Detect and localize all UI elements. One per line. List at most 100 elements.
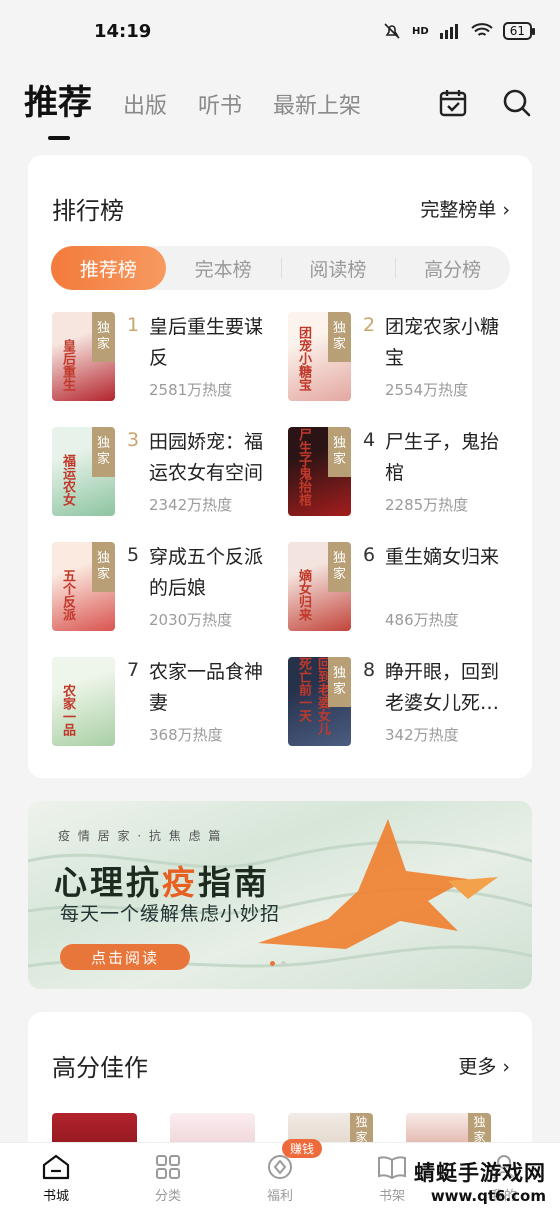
tab-audiobook[interactable]: 听书 xyxy=(198,88,242,140)
book-cover: 团宠小糖宝 独家 xyxy=(288,312,351,401)
bookstore-icon xyxy=(42,1154,70,1180)
exclusive-badge: 独家 xyxy=(328,542,351,592)
book-title: 田园娇宠：福运农女有空间 xyxy=(149,431,264,484)
banner-read-button[interactable]: 点击阅读 xyxy=(60,944,190,970)
watermark-url: www.qt6.com xyxy=(430,1187,546,1205)
book-cover: 回到老婆女儿死亡前一天 独家 xyxy=(288,657,351,746)
exclusive-badge: 独家 xyxy=(328,312,351,362)
book-title: 农家一品食神妻 xyxy=(149,661,264,714)
exclusive-badge: 独家 xyxy=(328,427,351,477)
signal-icon xyxy=(439,24,458,39)
book-cover: 五个反派 独家 xyxy=(52,542,115,631)
nav-label: 书架 xyxy=(378,1189,405,1204)
cover-art-text: 尸生子鬼抬棺 xyxy=(296,428,311,506)
promo-banner[interactable]: 疫 情 居 家 · 抗 焦 虑 篇 心理抗疫指南 每天一个缓解焦虑小妙招 点击阅… xyxy=(28,801,532,989)
full-ranking-link[interactable]: 完整榜单 › xyxy=(420,195,510,222)
bottom-nav: 书城 分类 赚钱 福利 书架 我的 蜻蜓手游戏网 www.qt6.com xyxy=(0,1139,560,1213)
ranking-header: 排行榜 完整榜单 › xyxy=(28,155,532,226)
segment-high-score[interactable]: 高分榜 xyxy=(395,246,510,290)
nav-bookstore[interactable]: 书城 xyxy=(0,1143,112,1213)
book-cover: 尸生子鬼抬棺 独家 xyxy=(288,427,351,516)
segment-recommend[interactable]: 推荐榜 xyxy=(51,246,166,290)
exclusive-badge: 独家 xyxy=(328,657,351,707)
book-info: 6 重生嫡女归来 486万热度 xyxy=(363,542,513,631)
book-rank: 1 xyxy=(127,314,140,336)
ranking-book-item[interactable]: 嫡女归来 独家 6 重生嫡女归来 486万热度 xyxy=(288,542,524,631)
ranking-book-item[interactable]: 农家一品独家 7 农家一品食神妻 368万热度 xyxy=(52,657,288,746)
cover-art-text: 五个反派 xyxy=(60,569,75,621)
top-tab-bar: 推荐 出版 听书 最新上架 xyxy=(0,66,560,140)
high-score-card: 高分佳作 更多 › 独家 独家 xyxy=(28,1012,532,1173)
segment-reading[interactable]: 阅读榜 xyxy=(280,246,396,290)
banner-headline-pre: 心理抗 xyxy=(54,863,162,902)
book-title: 穿成五个反派的后娘 xyxy=(149,546,264,599)
ranking-book-item[interactable]: 福运农女 独家 3 田园娇宠：福运农女有空间 2342万热度 xyxy=(52,427,288,516)
book-rank: 4 xyxy=(363,429,376,451)
calendar-checkin-icon[interactable] xyxy=(436,86,470,120)
book-rank: 5 xyxy=(127,544,140,566)
tab-publish[interactable]: 出版 xyxy=(123,88,167,140)
high-score-title: 高分佳作 xyxy=(52,1054,148,1082)
book-rank: 6 xyxy=(363,544,376,566)
ranking-book-item[interactable]: 皇后重生 独家 1 皇后重生要谋反 2581万热度 xyxy=(52,312,288,401)
book-info: 4 尸生子，鬼抬棺 2285万热度 xyxy=(363,427,513,516)
earn-money-badge: 赚钱 xyxy=(282,1139,323,1158)
tab-recommend[interactable]: 推荐 xyxy=(24,75,92,140)
cover-art-text: 皇后重生 xyxy=(60,339,75,391)
book-open-icon xyxy=(378,1156,406,1180)
book-cover: 福运农女 独家 xyxy=(52,427,115,516)
book-title: 团宠农家小糖宝 xyxy=(385,316,500,369)
cover-art-text: 嫡女归来 xyxy=(296,569,311,621)
search-icon[interactable] xyxy=(500,86,534,120)
nav-label: 福利 xyxy=(266,1189,293,1204)
ranking-book-item[interactable]: 尸生子鬼抬棺 独家 4 尸生子，鬼抬棺 2285万热度 xyxy=(288,427,524,516)
book-cover: 嫡女归来 独家 xyxy=(288,542,351,631)
nav-welfare[interactable]: 赚钱 福利 xyxy=(224,1139,336,1213)
status-icons: HD 61 xyxy=(382,21,536,41)
hd-label: HD xyxy=(412,25,429,37)
book-title: 睁开眼，回到老婆女儿死… xyxy=(385,661,500,714)
high-score-more-link[interactable]: 更多 › xyxy=(458,1052,510,1079)
book-info: 7 农家一品食神妻 368万热度 xyxy=(127,657,277,746)
banner-pagination xyxy=(270,961,286,966)
battery-indicator: 61 xyxy=(502,22,536,40)
book-heat: 2030万热度 xyxy=(149,611,233,629)
banner-headline-post: 指南 xyxy=(198,863,270,902)
banner-dot xyxy=(281,961,286,966)
watermark-title: 蜻蜓手游戏网 xyxy=(414,1161,546,1185)
nav-label: 书城 xyxy=(42,1189,69,1204)
book-title: 皇后重生要谋反 xyxy=(149,316,264,369)
wifi-icon xyxy=(471,23,493,36)
book-info: 8 睁开眼，回到老婆女儿死… 342万热度 xyxy=(363,657,513,746)
book-heat: 2581万热度 xyxy=(149,381,233,399)
mute-icon xyxy=(384,23,400,39)
book-info: 1 皇后重生要谋反 2581万热度 xyxy=(127,312,277,401)
exclusive-badge: 独家 xyxy=(92,427,115,477)
banner-headline: 心理抗疫指南 xyxy=(54,856,270,904)
cover-art-text: 回到老婆女儿死亡前一天 xyxy=(296,657,330,735)
book-rank: 2 xyxy=(363,314,376,336)
ranking-book-item[interactable]: 回到老婆女儿死亡前一天 独家 8 睁开眼，回到老婆女儿死… 342万热度 xyxy=(288,657,524,746)
ranking-book-item[interactable]: 五个反派 独家 5 穿成五个反派的后娘 2030万热度 xyxy=(52,542,288,631)
status-bar: 14:19 HD 61 xyxy=(0,0,560,62)
banner-headline-highlight: 疫 xyxy=(162,863,198,902)
site-watermark: 蜻蜓手游戏网 www.qt6.com xyxy=(414,1157,546,1205)
nav-category[interactable]: 分类 xyxy=(112,1143,224,1213)
cover-art-text: 福运农女 xyxy=(60,454,75,506)
book-heat: 368万热度 xyxy=(149,726,223,744)
segment-completed[interactable]: 完本榜 xyxy=(166,246,281,290)
book-rank: 7 xyxy=(127,659,140,681)
book-cover: 皇后重生 独家 xyxy=(52,312,115,401)
ranking-title: 排行榜 xyxy=(52,197,124,225)
exclusive-badge: 独家 xyxy=(92,542,115,592)
book-title: 重生嫡女归来 xyxy=(385,546,500,568)
category-icon xyxy=(156,1155,180,1179)
book-heat: 2554万热度 xyxy=(385,381,469,399)
book-info: 2 团宠农家小糖宝 2554万热度 xyxy=(363,312,513,401)
ranking-segment-control: 推荐榜 完本榜 阅读榜 高分榜 xyxy=(51,246,510,290)
tab-new-arrivals[interactable]: 最新上架 xyxy=(273,88,361,140)
ranking-book-item[interactable]: 团宠小糖宝 独家 2 团宠农家小糖宝 2554万热度 xyxy=(288,312,524,401)
cover-art-text: 团宠小糖宝 xyxy=(296,326,311,391)
book-heat: 486万热度 xyxy=(385,611,459,629)
exclusive-badge: 独家 xyxy=(92,312,115,362)
